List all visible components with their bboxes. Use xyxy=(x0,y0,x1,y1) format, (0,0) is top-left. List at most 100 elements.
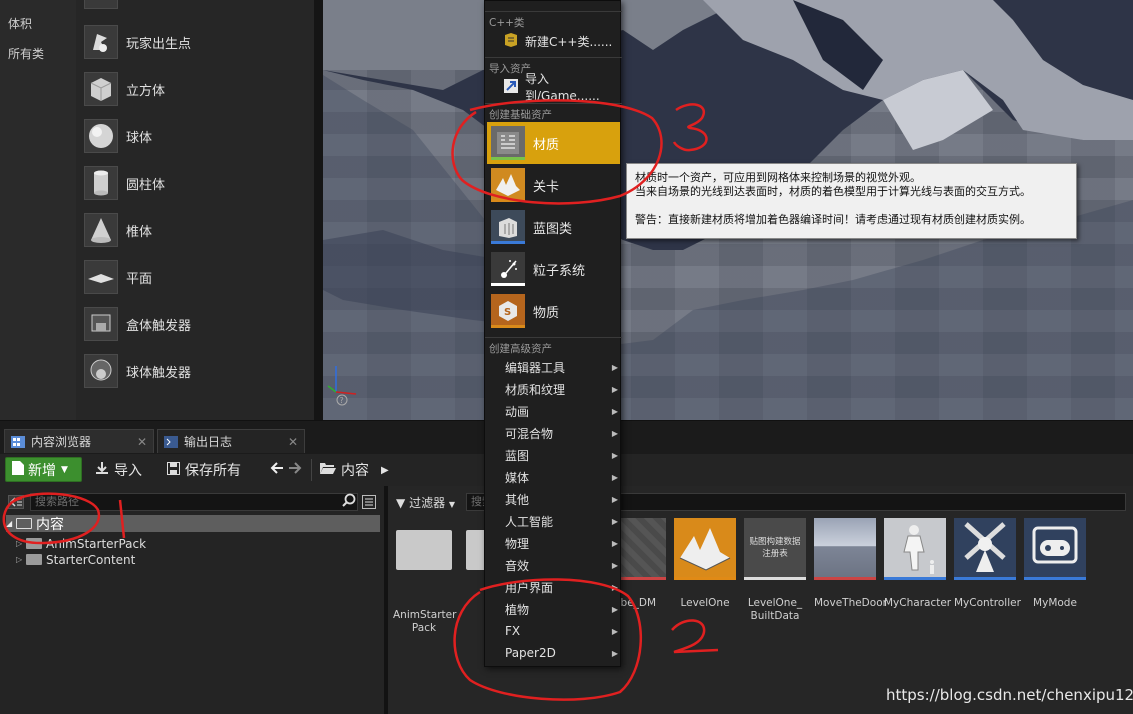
asset-tile[interactable]: MoveTheDoor xyxy=(814,518,887,610)
asset-tile[interactable]: MyController xyxy=(954,518,1021,610)
cube-icon xyxy=(84,72,118,106)
asset-label: LevelOne xyxy=(680,597,730,609)
asset-tile[interactable]: MyCharacter xyxy=(884,518,951,610)
place-item-cube[interactable]: 立方体 xyxy=(84,67,312,111)
section-header-advanced: 创建高级资产 xyxy=(489,343,552,355)
search-icon[interactable] xyxy=(342,493,356,511)
tree-item-label: 内容 xyxy=(36,516,64,533)
submenu-arrow-icon: ▶ xyxy=(611,604,618,614)
collapsed-triangle-icon: ▷ xyxy=(16,539,23,548)
menu-item-label: 导入到/Game...... xyxy=(525,72,600,103)
menu-item-label: 植物 xyxy=(505,602,530,617)
place-item-cylinder[interactable]: 圆柱体 xyxy=(84,161,312,205)
history-back-button[interactable] xyxy=(270,459,284,481)
save-all-button[interactable]: 保存所有 xyxy=(167,459,241,481)
folder-open-icon xyxy=(16,518,32,529)
menu-item-fx[interactable]: FX ▶ xyxy=(505,621,620,641)
menu-item-paper2d[interactable]: Paper2D ▶ xyxy=(505,643,620,663)
menu-item-media[interactable]: 媒体 ▶ xyxy=(505,467,620,487)
place-item-cone[interactable]: 椎体 xyxy=(84,208,312,252)
menu-item-sounds[interactable]: 音效 ▶ xyxy=(505,555,620,575)
view-options-icon[interactable] xyxy=(362,495,376,509)
tooltip-line2: 当来自场景的光线到达表面时，材质的着色模型用于计算光线与表面的交互方式。 xyxy=(635,185,1031,198)
import-button[interactable]: 导入 xyxy=(95,459,142,481)
section-header-cpp: C++类 xyxy=(489,17,525,29)
menu-item-label: 蓝图 xyxy=(505,448,530,463)
tree-item-content[interactable]: ◢ 内容 xyxy=(6,515,380,533)
gamepad-icon xyxy=(1024,518,1086,580)
close-icon[interactable]: ✕ xyxy=(137,435,147,449)
place-item-sphere[interactable]: 球体 xyxy=(84,114,312,158)
menu-item-artificial-intelligence[interactable]: 人工智能 ▶ xyxy=(505,511,620,531)
collapse-icon xyxy=(9,497,22,507)
content-browser-icon xyxy=(11,435,25,448)
menu-item-blueprint-class[interactable]: 蓝图类 xyxy=(487,206,620,248)
place-item-box-trigger[interactable]: 盒体触发器 xyxy=(84,302,312,346)
save-all-label: 保存所有 xyxy=(185,463,241,479)
thumb-text-2: 注册表 xyxy=(762,549,788,559)
sources-panel: 搜索路径 ◢ 内容 ▷ AnimStarterPack ▷ StarterCon… xyxy=(0,486,384,714)
panel-divider[interactable] xyxy=(314,0,323,420)
menu-item-foliage[interactable]: 植物 ▶ xyxy=(505,599,620,619)
tree-item-label: AnimStarterPack xyxy=(46,536,147,551)
collapse-sources-button[interactable] xyxy=(8,495,24,509)
asset-label-line2: BuiltData xyxy=(750,610,800,622)
submenu-arrow-icon: ▶ xyxy=(611,516,618,526)
menu-item-material[interactable]: 材质 xyxy=(487,122,620,164)
asset-tile-folder[interactable]: AnimStarter Pack xyxy=(393,518,456,635)
menu-item-user-interface[interactable]: 用户界面 ▶ xyxy=(505,577,620,597)
category-all-classes[interactable]: 所有类 xyxy=(8,45,44,62)
history-forward-button[interactable] xyxy=(288,459,302,481)
tree-item-startercontent[interactable]: ▷ StarterContent xyxy=(16,551,135,568)
menu-item-blendables[interactable]: 可混合物 ▶ xyxy=(505,423,620,443)
arrow-right-icon xyxy=(288,462,302,478)
substance-icon: S xyxy=(491,294,525,328)
tab-content-browser[interactable]: 内容浏览器 ✕ xyxy=(4,429,154,453)
sphere-trigger-icon xyxy=(84,354,118,388)
place-item-plane[interactable]: 平面 xyxy=(84,255,312,299)
breadcrumb[interactable]: 内容 ▶ xyxy=(320,459,389,481)
menu-item-physics[interactable]: 物理 ▶ xyxy=(505,533,620,553)
menu-item-particle-system[interactable]: 粒子系统 xyxy=(487,248,620,290)
asset-tile-builtdata[interactable]: 贴图构建数据 注册表 LevelOne_ BuiltData xyxy=(744,518,806,623)
add-new-button[interactable]: 新增 ▼ xyxy=(5,457,82,482)
filter-button[interactable]: ▼ 过滤器 ▼ xyxy=(396,494,455,511)
menu-item-miscellaneous[interactable]: 其他 ▶ xyxy=(505,489,620,509)
asset-tile[interactable]: MyMode xyxy=(1024,518,1086,610)
import-arrow-icon xyxy=(503,78,519,97)
menu-item-animation[interactable]: 动画 ▶ xyxy=(505,401,620,421)
menu-separator xyxy=(485,103,622,104)
tooltip-warning: 警告：直接新建材质将增加着色器编译时间！请考虑通过现有材质创建材质实例。 xyxy=(635,213,1031,226)
menu-item-label: 音效 xyxy=(505,558,530,573)
place-item-player-start[interactable]: 玩家出生点 xyxy=(84,20,312,64)
menu-item-label: 新建C++类...... xyxy=(525,34,613,49)
tree-item-animstarterpack[interactable]: ▷ AnimStarterPack xyxy=(16,535,146,552)
submenu-arrow-icon: ▶ xyxy=(611,472,618,482)
box-trigger-icon xyxy=(84,307,118,341)
download-icon xyxy=(95,461,109,479)
category-volumes[interactable]: 体积 xyxy=(8,15,32,32)
close-icon[interactable]: ✕ xyxy=(288,435,298,449)
place-item-partial[interactable] xyxy=(84,0,312,14)
menu-item-import-to[interactable]: 导入到/Game...... xyxy=(503,72,618,103)
asset-label-line2: Pack xyxy=(411,622,437,634)
menu-item-substance[interactable]: S 物质 xyxy=(487,290,620,332)
menu-item-materials-textures[interactable]: 材质和纹理 ▶ xyxy=(505,379,620,399)
menu-item-editor-utilities[interactable]: 编辑器工具 ▶ xyxy=(505,357,620,377)
path-search-input[interactable]: 搜索路径 xyxy=(30,493,358,511)
submenu-arrow-icon: ▶ xyxy=(611,428,618,438)
place-item-label: 立方体 xyxy=(126,83,166,99)
asset-label: AnimStarter Pack xyxy=(393,609,456,635)
menu-item-level[interactable]: 关卡 xyxy=(487,164,620,206)
menu-item-label: 可混合物 xyxy=(505,426,554,441)
menu-item-blueprints[interactable]: 蓝图 ▶ xyxy=(505,445,620,465)
place-item-sphere-trigger[interactable]: 球体触发器 xyxy=(84,349,312,393)
menu-item-label: 媒体 xyxy=(505,470,530,485)
folder-open-icon xyxy=(320,462,336,478)
menu-item-new-cpp-class[interactable]: 新建C++类...... xyxy=(503,31,618,51)
asset-tile-level[interactable]: LevelOne xyxy=(674,518,736,610)
chevron-down-icon: ▼ xyxy=(61,464,68,475)
controller-icon xyxy=(954,518,1016,580)
place-item-label: 椎体 xyxy=(126,224,153,240)
tab-output-log[interactable]: 输出日志 ✕ xyxy=(157,429,305,453)
